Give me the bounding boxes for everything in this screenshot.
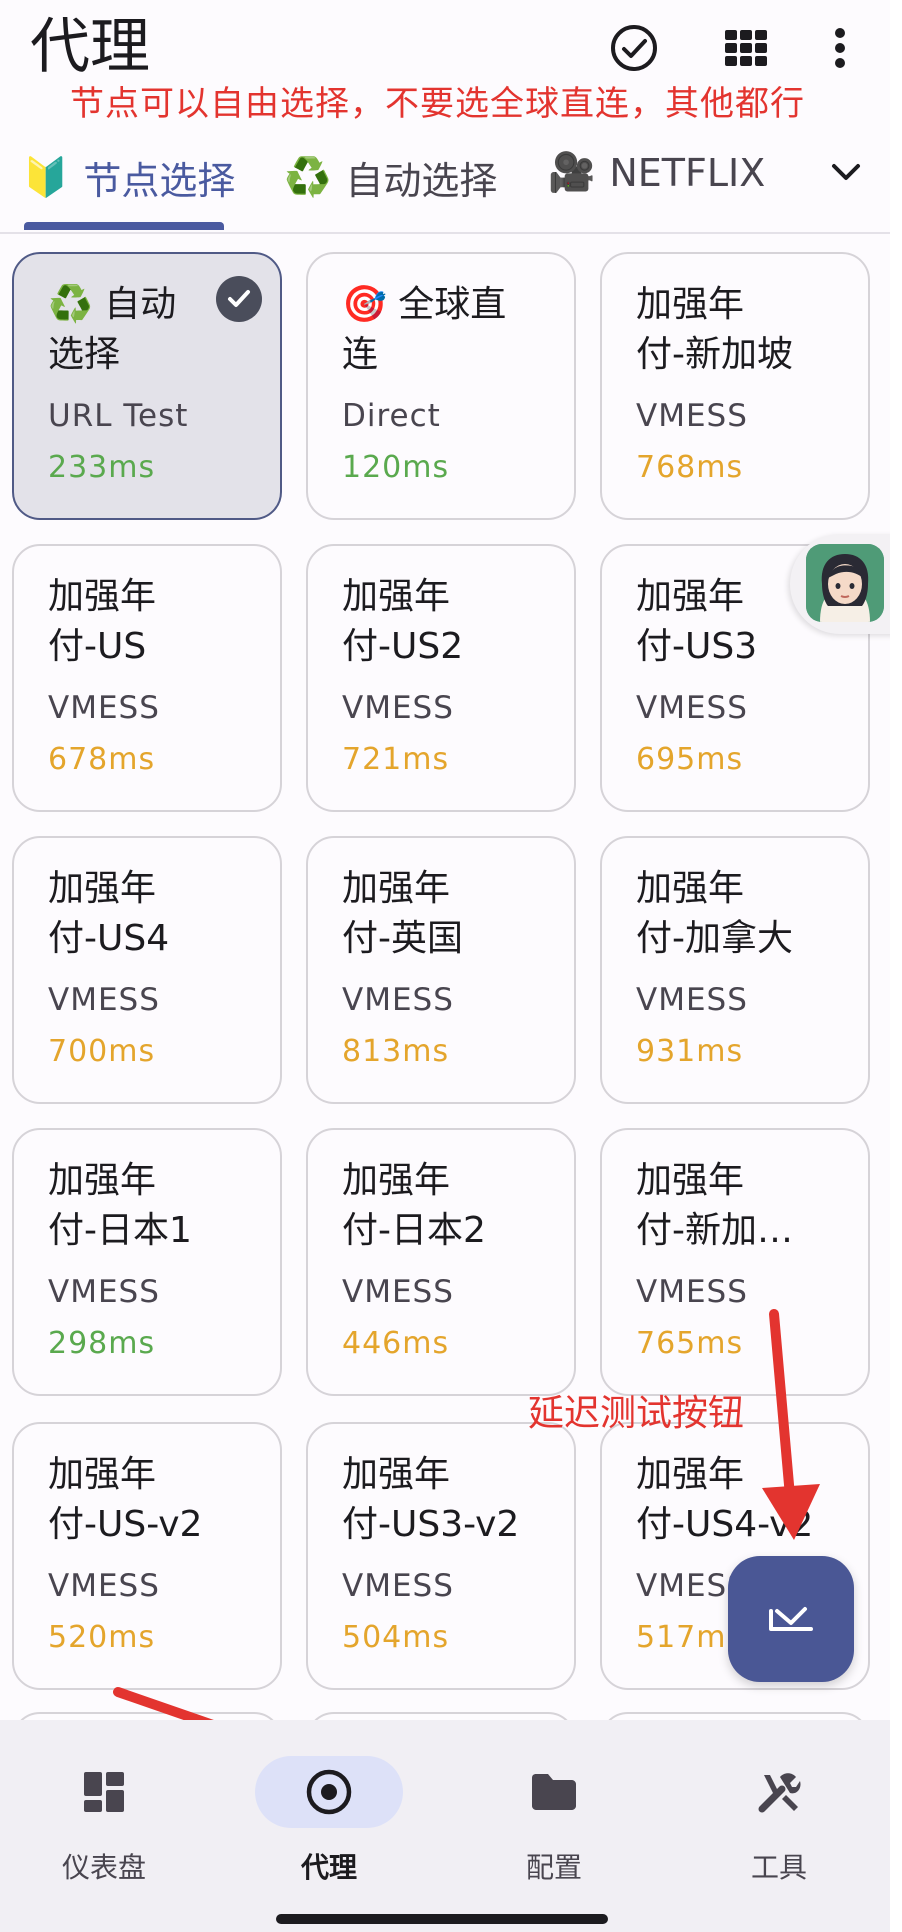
proxy-name: 加强年 付-US4 [48,868,170,959]
annotation-top: 节点可以自由选择，不要选全球直连，其他都行 [70,84,805,124]
proxy-type: VMESS [636,398,748,434]
proxy-name: 加强年 付-新加… [636,1160,793,1251]
latency-test-icon [769,1607,813,1631]
nav-label: 仪表盘 [61,1851,146,1884]
proxy-card[interactable]: 加强年 付-新加… VMESS 765ms [600,1128,870,1396]
latency-test-button[interactable] [728,1556,854,1682]
floating-assistant-button[interactable] [790,534,902,634]
tab-label: 节点选择 [83,159,236,203]
home-indicator[interactable] [276,1914,608,1924]
proxy-type: VMESS [48,690,160,726]
avatar-icon [806,544,884,622]
proxy-card[interactable]: 加强年 付-日本1 VMESS 298ms [12,1128,282,1396]
proxy-delay: 678ms [48,742,156,777]
beginner-icon: 🔰 [22,155,70,199]
nav-config[interactable]: 配置 [454,1756,654,1886]
group-tabs: 🔰 节点选择 ♻️ 自动选择 🎥 NETFLIX [0,140,890,234]
target-icon: 🎯 [342,284,387,325]
proxy-card[interactable]: ♻️ 自动 选择 URL Test 233ms [12,252,282,520]
chevron-down-icon[interactable] [826,152,866,192]
proxy-name: 加强年 付-日本2 [342,1160,486,1251]
proxy-delay: 765ms [636,1326,744,1361]
proxy-name: 加强年 付-英国 [342,868,463,959]
proxy-name: ♻️ 自动 选择 [48,284,177,375]
recycle-icon: ♻️ [48,284,93,325]
recycle-icon: ♻️ [284,155,332,199]
tab-label: NETFLIX [609,150,766,195]
proxy-delay: 721ms [342,742,450,777]
proxy-name: 加强年 付-US3-v2 [342,1454,520,1545]
selected-check-icon [216,276,262,322]
page-title: 代理 [30,12,150,82]
proxy-type: VMESS [48,1274,160,1310]
proxy-delay: 504ms [342,1620,450,1655]
proxy-type: VMESS [342,690,454,726]
tab-node-select[interactable]: 🔰 节点选择 [22,150,235,205]
tools-icon [705,1756,853,1828]
proxy-name: 加强年 付-US2 [342,576,464,667]
proxy-name: 加强年 付-US-v2 [48,1454,203,1545]
proxy-delay: 446ms [342,1326,450,1361]
movie-camera-icon: 🎥 [548,150,596,194]
bottom-navigation: 仪表盘 代理 配置 工具 [0,1720,890,1932]
proxy-radio-icon [255,1756,403,1828]
proxy-card[interactable]: 加强年 付-US3-v2 VMESS 504ms [306,1422,576,1690]
more-vert-icon[interactable] [812,20,868,76]
nav-dashboard[interactable]: 仪表盘 [4,1756,204,1886]
nav-label: 代理 [300,1851,357,1884]
proxy-card[interactable]: 加强年 付-US2 VMESS 721ms [306,544,576,812]
proxy-card[interactable]: 加强年 付-US VMESS 678ms [12,544,282,812]
proxy-type: VMESS [342,1274,454,1310]
dashboard-icon [30,1756,178,1828]
proxy-delay: 768ms [636,450,744,485]
proxy-type: VMESS [636,982,748,1018]
tab-label: 自动选择 [345,159,498,203]
proxy-card[interactable]: 🎯 全球直 连 Direct 120ms [306,252,576,520]
proxy-type: URL Test [48,398,189,434]
proxy-card[interactable]: 加强年 付-日本2 VMESS 446ms [306,1128,576,1396]
proxy-delay: 298ms [48,1326,156,1361]
proxy-delay: 700ms [48,1034,156,1069]
proxy-delay: 520ms [48,1620,156,1655]
proxy-name: 加强年 付-US [48,576,157,667]
proxy-type: VMESS [48,1568,160,1604]
proxy-type: VMESS [342,1568,454,1604]
proxy-type: VMESS [636,690,748,726]
proxy-name: 加强年 付-日本1 [48,1160,192,1251]
proxy-page: 代理 节点可以自由选择，不要选全球直连，其他都行 🔰 节点选择 ♻️ 自动选择 … [0,0,902,1932]
screen-edge [890,0,902,1932]
proxy-card[interactable]: 加强年 付-US-v2 VMESS 520ms [12,1422,282,1690]
proxy-card[interactable]: 加强年 付-英国 VMESS 813ms [306,836,576,1104]
proxy-type: Direct [342,398,441,434]
nav-proxy[interactable]: 代理 [229,1756,429,1886]
check-circle-icon[interactable] [606,20,662,76]
tab-indicator [24,222,224,230]
proxy-delay: 695ms [636,742,744,777]
nav-tools[interactable]: 工具 [679,1756,879,1886]
nav-label: 工具 [750,1851,807,1884]
proxy-card[interactable]: 加强年 付-US4 VMESS 700ms [12,836,282,1104]
proxy-delay: 120ms [342,450,450,485]
proxy-delay: 813ms [342,1034,450,1069]
proxy-name: 加强年 付-加拿大 [636,868,793,959]
proxy-name: 加强年 付-US4-v2 [636,1454,814,1545]
proxy-type: VMESS [636,1274,748,1310]
proxy-card[interactable]: 加强年 付-加拿大 VMESS 931ms [600,836,870,1104]
proxy-card[interactable]: 加强年 付-新加坡 VMESS 768ms [600,252,870,520]
tab-netflix[interactable]: 🎥 NETFLIX [548,150,765,195]
nav-label: 配置 [525,1851,582,1884]
proxy-delay: 931ms [636,1034,744,1069]
proxy-type: VMESS [342,982,454,1018]
annotation-latency-test: 延迟测试按钮 [528,1393,745,1434]
grid-icon[interactable] [718,20,774,76]
proxy-delay: 233ms [48,450,156,485]
folder-icon [480,1756,628,1828]
proxy-name: 🎯 全球直 连 [342,284,507,375]
tab-auto-select[interactable]: ♻️ 自动选择 [284,150,497,205]
proxy-type: VMESS [48,982,160,1018]
proxy-name: 加强年 付-新加坡 [636,284,793,375]
